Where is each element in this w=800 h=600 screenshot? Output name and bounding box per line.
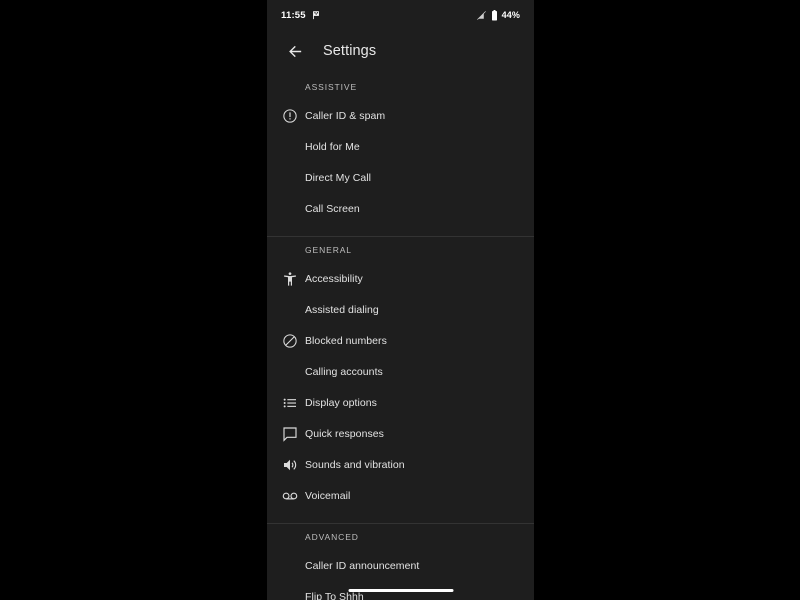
status-bar-clock: 11:55 [281,9,306,21]
voicemail-icon [281,487,299,505]
home-gesture-bar[interactable] [348,588,453,592]
settings-row-assisted-dialing[interactable]: Assisted dialing [267,294,534,325]
settings-row-calling-accounts[interactable]: Calling accounts [267,356,534,387]
section-header: GENERAL [305,245,352,255]
page-title: Settings [323,43,377,59]
settings-row-label: Caller ID announcement [305,559,420,572]
error-outline-icon [281,107,299,125]
settings-row-direct-my-call[interactable]: Direct My Call [267,162,534,193]
settings-list[interactable]: ASSISTIVE Caller ID & spam Hold for Me Dire… [267,74,534,600]
settings-row-label: Call Screen [305,202,360,215]
status-bar-left: 11:55 [281,10,321,21]
list-icon [281,394,299,412]
flag-icon [312,11,319,20]
app-bar: Settings [267,32,534,70]
settings-row-accessibility[interactable]: Accessibility [267,263,534,294]
section-header: ADVANCED [305,532,359,542]
settings-row-quick-responses[interactable]: Quick responses [267,418,534,449]
section-header: ASSISTIVE [305,82,358,92]
status-bar: 11:55 44% [267,0,534,30]
settings-row-display-options[interactable]: Display options [267,387,534,418]
signal-off-icon [476,9,486,20]
settings-row-voicemail[interactable]: Voicemail [267,480,534,511]
battery-percentage: 44% [501,10,520,20]
settings-row-label: Hold for Me [305,140,360,153]
settings-section: GENERAL Accessibility Assisted dialing Bloc… [267,237,534,511]
block-icon [281,332,299,350]
settings-row-label: Calling accounts [305,365,383,378]
settings-row-label: Assisted dialing [305,303,379,316]
screenshot-canvas: 11:55 44% Settings ASSISTIVE Caller ID &… [0,0,800,600]
settings-row-label: Direct My Call [305,171,372,184]
settings-row-label: Voicemail [305,489,351,502]
arrow-back-icon [288,45,301,57]
battery-icon [491,9,497,20]
back-button[interactable] [276,32,314,70]
settings-row-sounds-and-vibration[interactable]: Sounds and vibration [267,449,534,480]
chat-bubble-icon [281,425,299,443]
settings-row-caller-id-spam[interactable]: Caller ID & spam [267,100,534,131]
settings-row-call-screen[interactable]: Call Screen [267,193,534,224]
accessibility-icon [281,270,299,288]
status-bar-right: 44% [476,9,520,21]
volume-up-icon [281,456,299,474]
settings-section: ASSISTIVE Caller ID & spam Hold for Me Dire… [267,74,534,224]
settings-row-caller-id-announcement[interactable]: Caller ID announcement [267,550,534,581]
settings-row-hold-for-me[interactable]: Hold for Me [267,131,534,162]
phone-screen: 11:55 44% Settings ASSISTIVE Caller ID &… [267,0,534,600]
settings-row-blocked-numbers[interactable]: Blocked numbers [267,325,534,356]
